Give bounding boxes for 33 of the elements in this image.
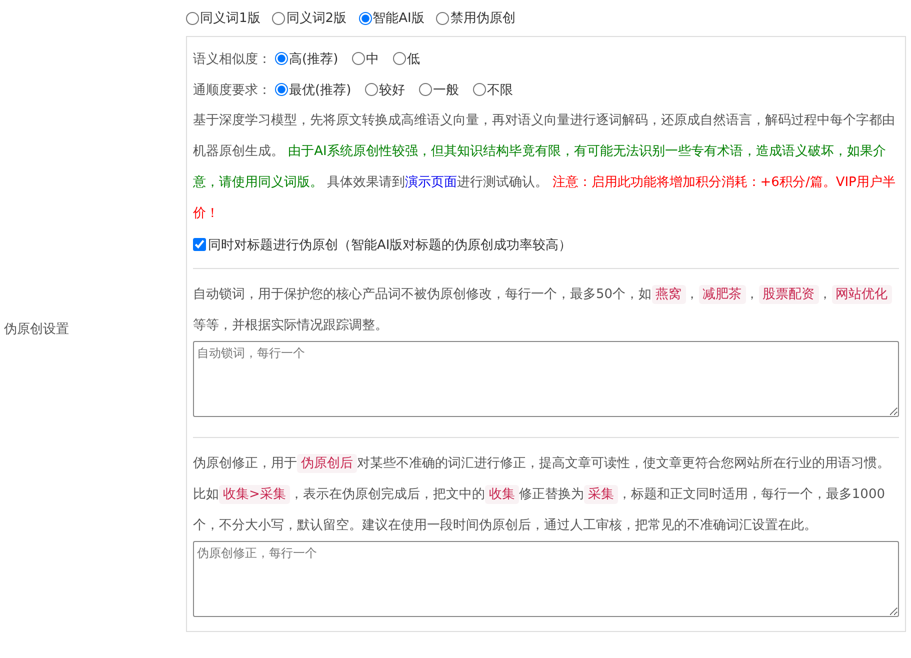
mode-option[interactable]: 禁用伪原创: [436, 9, 516, 27]
setting-label: 语义相似度：: [193, 50, 271, 68]
radio-button[interactable]: [358, 12, 372, 24]
radio-button[interactable]: [275, 83, 288, 96]
radio-button[interactable]: [272, 12, 286, 24]
radio-option[interactable]: 中: [352, 50, 380, 68]
radio-button[interactable]: [436, 12, 450, 24]
lock-words-description: 自动锁词，用于保护您的核心产品词不被伪原创修改，每行一个，最多50个，如 燕窝 ， 减肥茶 ， 股票配资 ， 网站优化 等等，并根据实际情况跟踪调整。: [193, 279, 899, 341]
radio-button[interactable]: [186, 12, 199, 24]
radio-option[interactable]: 一般: [419, 80, 460, 98]
checkbox[interactable]: [193, 238, 206, 251]
radio-button[interactable]: [393, 52, 406, 65]
mode-option[interactable]: 同义词1版: [186, 9, 260, 27]
radio-option[interactable]: 高(推荐): [275, 50, 338, 68]
radio-button[interactable]: [275, 52, 288, 65]
radio-option[interactable]: 最优(推荐): [275, 80, 352, 98]
setting-label: 通顺度要求：: [193, 82, 271, 98]
ai-description: 基于深度学习模型，先将原文转换成高维语义向量，再对语义向量进行逐词解码，还原成自然语言，解码过程中每个字都由机器原创生成。 由于AI系统原创性较强，但其知识结构毕竟有限，有可能无法识别一些专有术语，造成语义破坏，如果介意，请使用同义词版。 具体效果请到演示页面进行测试确认。 注意：启用此功能将增加积分消耗：+6积分/篇。VIP用户半价！: [193, 112, 896, 223]
radio-option[interactable]: 低: [393, 50, 420, 68]
correction-description: 伪原创修正，用于 伪原创后 对某些不准确的词汇进行修正，提高文章可读性，使文章更符合您网站所在行业的用语习惯。比如 收集>采集 ，表示在伪原创完成后，把文中的 收集 修正替换为 采集 ，标题和正文同时适用，每行一个，最多1000个，不分大小写，默认留空。建议在使用一段时间伪原创后，通过人工审核，把常见的不准确词汇设置在此。: [193, 453, 891, 535]
radio-option[interactable]: 不限: [473, 80, 514, 98]
radio-button[interactable]: [365, 83, 378, 96]
radio-button[interactable]: [352, 52, 366, 65]
mode-option[interactable]: 智能AI版: [358, 9, 424, 27]
mode-option[interactable]: 同义词2版: [272, 9, 347, 27]
radio-button[interactable]: [419, 83, 432, 96]
lock-words-field[interactable]: 自动锁词，每行一个: [193, 341, 899, 417]
radio-button[interactable]: [473, 83, 486, 96]
title-checkbox-option[interactable]: 同时对标题进行伪原创（智能AI版对标题的伪原创成功率较高）: [193, 236, 572, 254]
section-label: 伪原创设置: [4, 321, 69, 338]
demo-page-link[interactable]: 演示页面: [405, 175, 458, 190]
radio-option[interactable]: 较好: [365, 80, 406, 98]
correction-field[interactable]: 伪原创修正，每行一个: [193, 541, 899, 617]
